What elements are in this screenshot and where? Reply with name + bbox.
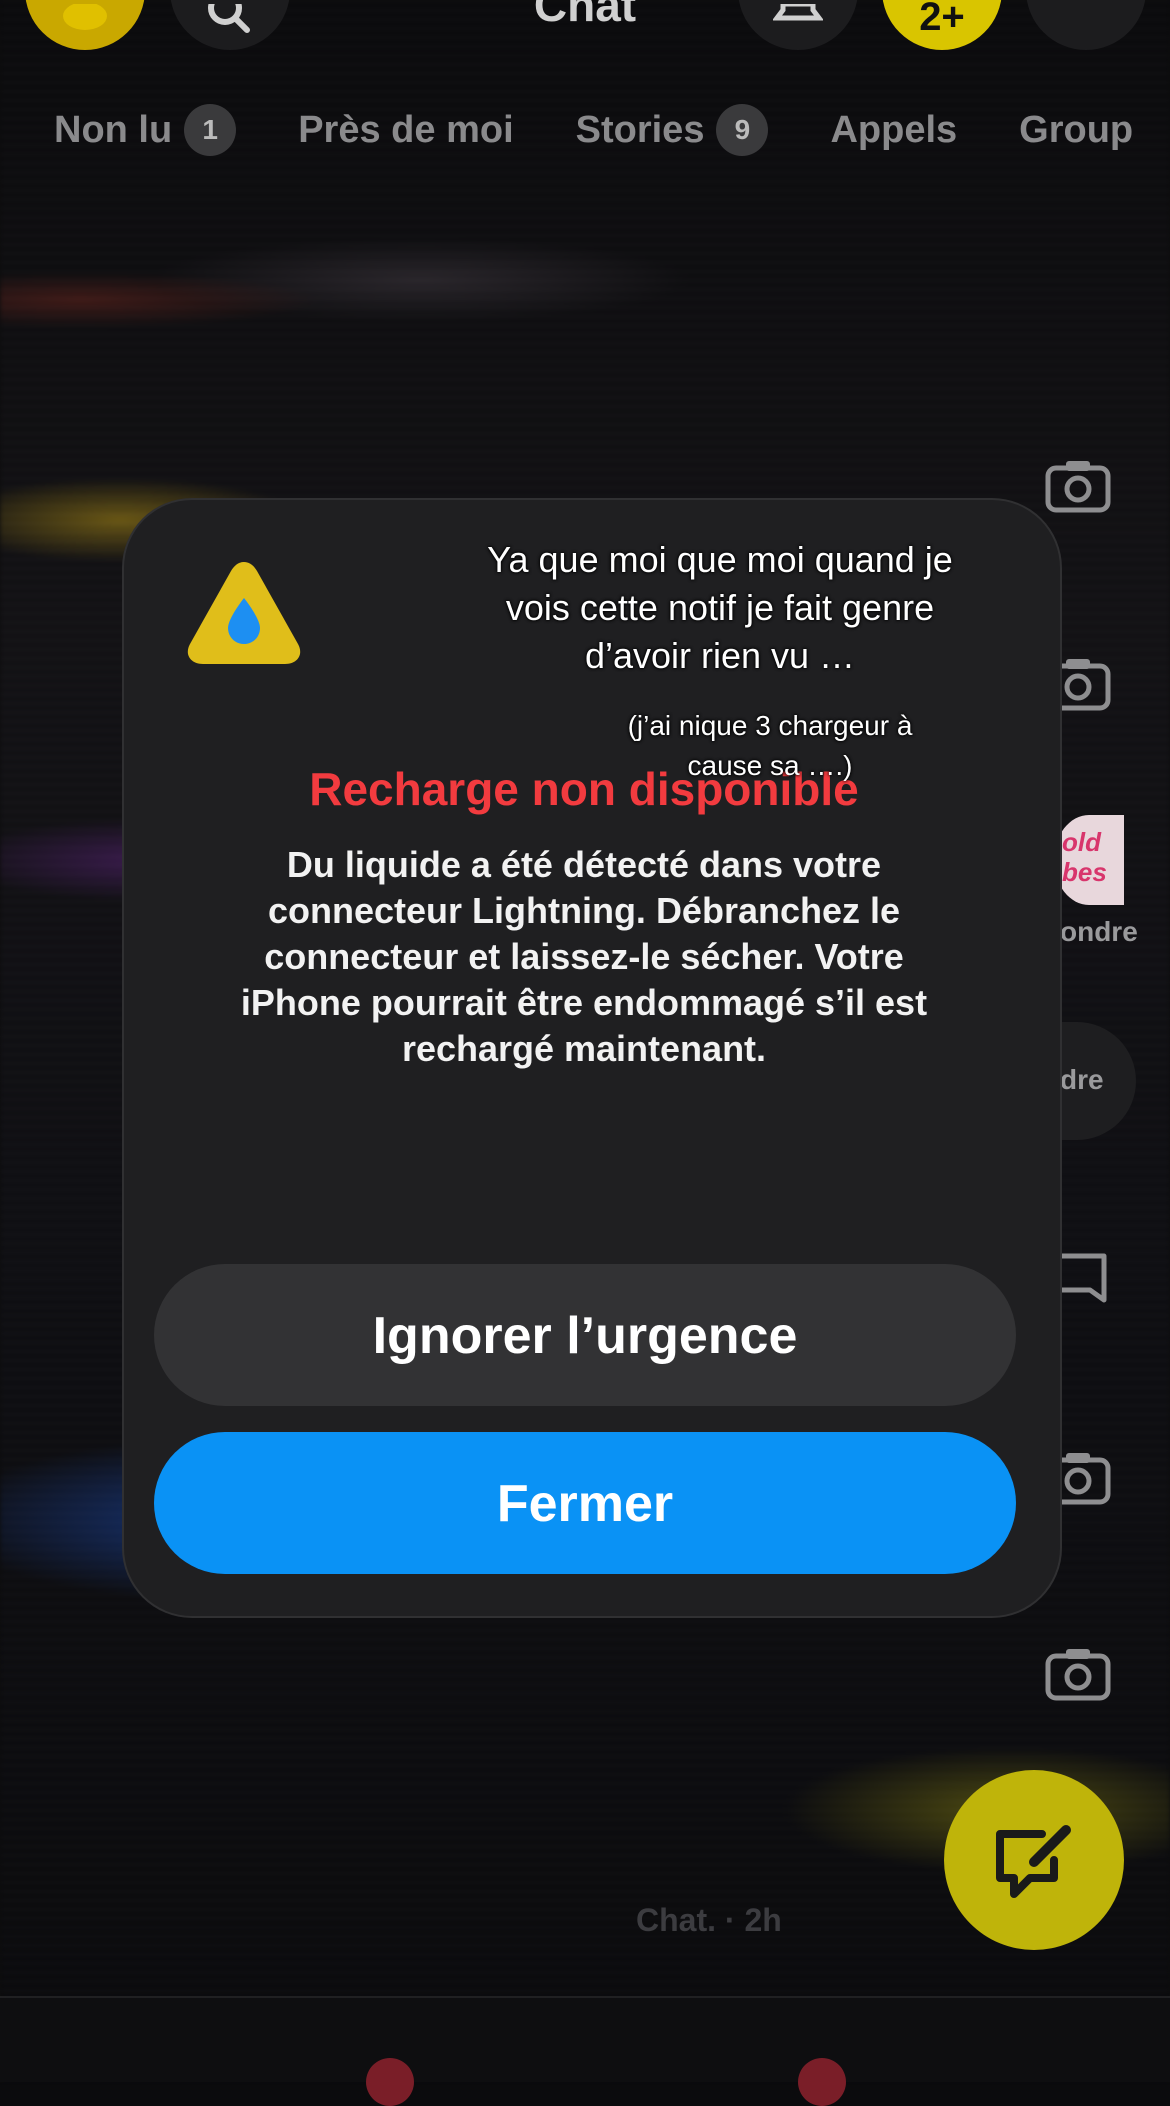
tab-label: Non lu xyxy=(54,108,173,151)
liquid-warning-icon xyxy=(187,562,301,664)
alert-message: Du liquide a été détecté dans votre conn… xyxy=(240,844,928,1069)
tab-label: Stories xyxy=(575,108,705,151)
close-button[interactable]: Fermer xyxy=(154,1432,1016,1574)
story-avatar[interactable]: old bes xyxy=(1054,815,1124,905)
tab-calls[interactable]: Appels xyxy=(830,109,957,152)
tab-count-badge: 1 xyxy=(184,104,237,156)
reply-pill-label: dre xyxy=(1060,1064,1104,1095)
compose-icon xyxy=(996,1825,1071,1898)
nav-notification-dot xyxy=(798,2058,846,2106)
nav-notification-dot xyxy=(366,2058,414,2106)
tab-label: Group xyxy=(1019,108,1134,151)
list-item-preview: ondre xyxy=(1060,916,1138,947)
tab-count-badge: 9 xyxy=(716,104,769,156)
bell-icon xyxy=(773,4,823,21)
tab-nearby[interactable]: Près de moi xyxy=(298,109,513,152)
add-friend-label: 2+ xyxy=(919,0,965,39)
ignore-emergency-button[interactable]: Ignorer l’urgence xyxy=(154,1264,1016,1406)
tab-unread[interactable]: Non lu 1 xyxy=(54,104,237,156)
overlay-caption-small: (j’ai nique 3 chargeur à cause sa ….) xyxy=(627,710,913,781)
camera-icon[interactable] xyxy=(1044,1646,1112,1702)
bottom-navigation xyxy=(0,1996,1170,2082)
filter-tabs: Non lu 1 Près de moi Stories 9 Appels Gr… xyxy=(54,104,1170,156)
overlay-caption: Ya que moi que moi quand je vois cette n… xyxy=(487,539,953,676)
tab-groups[interactable]: Group xyxy=(1019,109,1133,152)
tab-label: Appels xyxy=(830,108,958,151)
camera-icon[interactable] xyxy=(1044,458,1112,514)
tab-label: Près de moi xyxy=(298,108,514,151)
tab-stories[interactable]: Stories 9 xyxy=(576,104,769,156)
new-chat-button[interactable] xyxy=(944,1770,1124,1950)
list-item-timestamp: Chat. · 2h xyxy=(636,1902,782,1938)
